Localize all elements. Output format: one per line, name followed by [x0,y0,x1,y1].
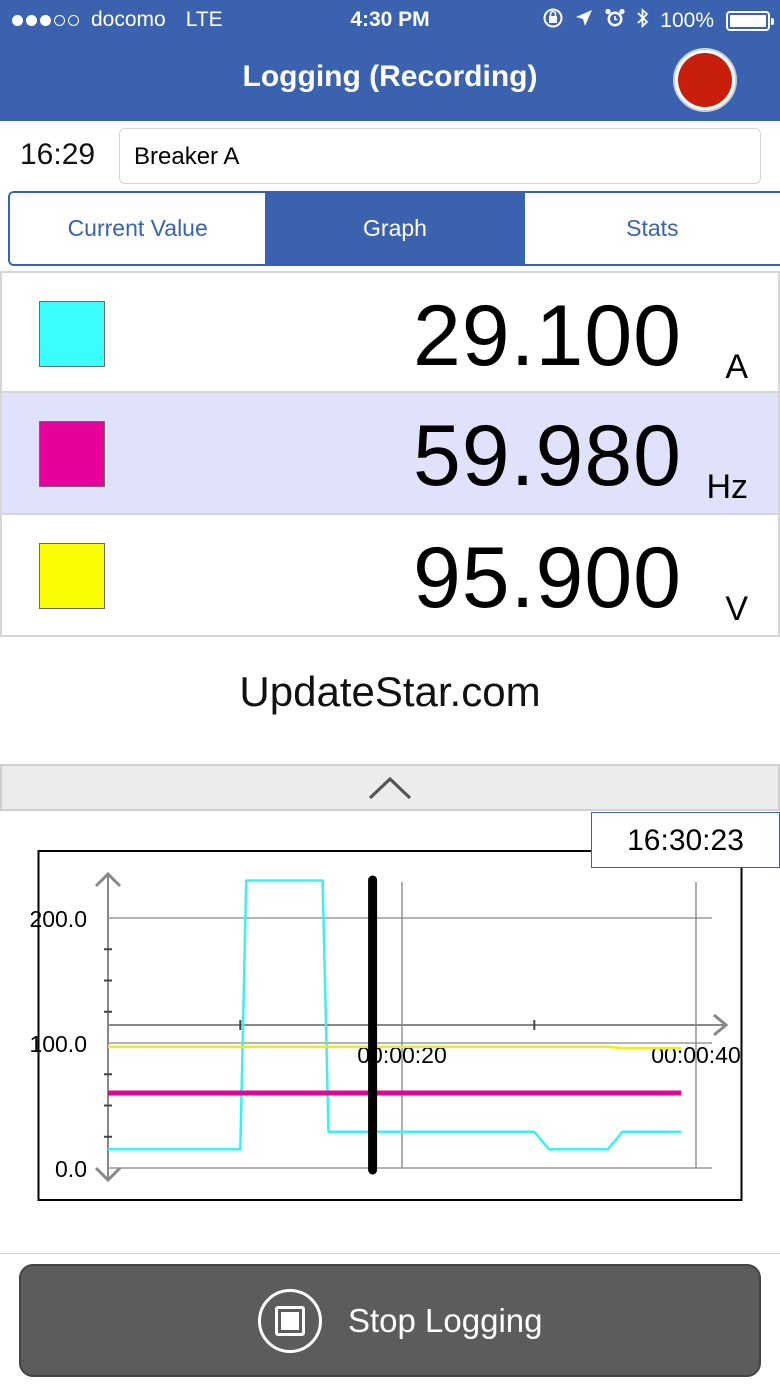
view-tabs: Current Value Graph Stats [8,191,780,266]
reading-unit: Hz [706,468,748,506]
record-button[interactable] [673,48,737,112]
x-tick-label: 00:00:40 [651,1042,741,1068]
location-arrow-icon [574,8,594,34]
chevron-up-icon [368,776,412,799]
divider [0,1253,780,1254]
battery-icon [726,11,774,31]
orientation-lock-icon [542,7,564,35]
readings-list: 29.100 A 59.980 Hz 95.900 V [0,271,780,637]
stop-logging-button[interactable]: Stop Logging [19,1264,761,1377]
reading-unit: A [725,348,748,386]
reading-row-current: 29.100 A [0,271,780,393]
bluetooth-icon [636,7,650,35]
session-name-field[interactable]: Breaker A [119,128,761,184]
watermark-text: UpdateStar.com [239,668,541,715]
status-right: 100% [542,7,774,35]
battery-percent: 100% [660,9,714,32]
tab-current-value[interactable]: Current Value [10,193,266,264]
reading-value: 95.900 [412,530,682,626]
reading-row-frequency: 59.980 Hz [0,393,780,515]
series-color-swatch[interactable] [39,301,105,367]
y-tick-label: 0.0 [55,1156,87,1182]
reading-unit: V [725,590,748,628]
navigation-bar: docomo LTE 4:30 PM 100% Logging (Recordi… [0,0,780,121]
stop-logging-label: Stop Logging [348,1302,543,1339]
status-bar: docomo LTE 4:30 PM 100% [0,0,780,40]
page-title: Logging (Recording) [242,60,538,93]
trend-graph[interactable]: 200.0100.00.000:00:20 00:00:40 [0,812,780,1252]
series-color-swatch[interactable] [39,421,105,487]
series-line-voltage [108,1045,682,1050]
y-tick-label: 100.0 [29,1031,87,1057]
reading-value: 59.980 [412,408,682,504]
reading-row-voltage: 95.900 V [0,515,780,637]
session-row: 16:29 Breaker A [0,121,780,191]
reading-value: 29.100 [412,288,682,384]
series-color-swatch[interactable] [39,543,105,609]
alarm-icon [604,7,626,35]
session-start-time: 16:29 [20,138,96,171]
cursor-timestamp: 16:30:23 [591,812,780,868]
tab-stats[interactable]: Stats [522,193,780,264]
y-tick-label: 200.0 [29,906,87,932]
tab-graph[interactable]: Graph [265,193,523,264]
record-indicator-icon [678,53,732,107]
collapse-toggle[interactable] [0,764,780,811]
stop-icon [258,1289,322,1353]
